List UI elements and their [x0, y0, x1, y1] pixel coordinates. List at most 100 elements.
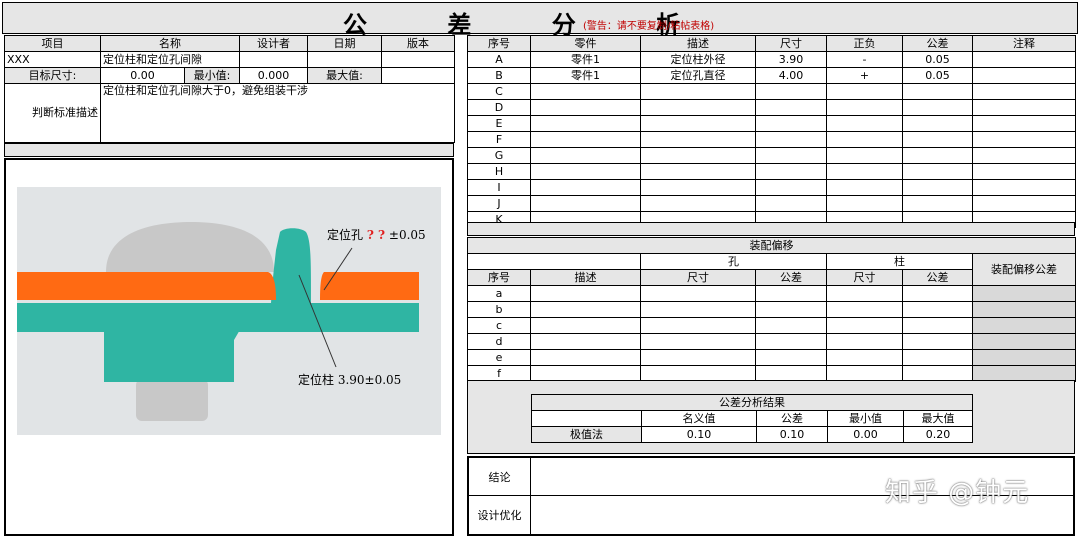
dims-cell-desc[interactable]: [640, 131, 756, 148]
offset-cell[interactable]: [902, 301, 973, 318]
dims-cell-size[interactable]: 3.90: [755, 51, 827, 68]
project-cell[interactable]: XXX: [4, 51, 101, 68]
criteria-text[interactable]: 定位柱和定位孔间隙大于0，避免组装干涉: [100, 83, 455, 143]
dims-cell-size[interactable]: [755, 195, 827, 212]
dims-cell-note[interactable]: [972, 163, 1076, 180]
offset-cell[interactable]: [826, 285, 903, 302]
dims-cell-desc[interactable]: [640, 99, 756, 116]
dims-cell-size[interactable]: 4.00: [755, 67, 827, 84]
result-max[interactable]: 0.20: [902, 426, 974, 443]
offset-cell-tolerance[interactable]: [972, 285, 1076, 302]
offset-cell[interactable]: [902, 285, 973, 302]
offset-cell-tolerance[interactable]: [972, 317, 1076, 334]
dims-cell-tol[interactable]: [902, 131, 973, 148]
offset-cell[interactable]: [530, 349, 641, 366]
offset-cell[interactable]: [826, 301, 903, 318]
dims-cell-tol[interactable]: [902, 83, 973, 100]
offset-cell[interactable]: [530, 301, 641, 318]
dims-cell-tol[interactable]: [902, 99, 973, 116]
dims-cell-sign[interactable]: [826, 115, 903, 132]
offset-cell-tolerance[interactable]: [972, 333, 1076, 350]
dims-cell-desc[interactable]: [640, 195, 756, 212]
name-cell[interactable]: 定位柱和定位孔间隙: [100, 51, 240, 68]
dims-cell-size[interactable]: [755, 99, 827, 116]
dims-cell-sign[interactable]: [826, 163, 903, 180]
target-value[interactable]: 0.00: [100, 67, 185, 84]
result-nominal[interactable]: 0.10: [641, 426, 757, 443]
dims-cell-desc[interactable]: [640, 179, 756, 196]
dims-cell-note[interactable]: [972, 115, 1076, 132]
offset-cell[interactable]: [640, 285, 756, 302]
offset-cell[interactable]: [755, 317, 827, 334]
dims-cell-desc[interactable]: [640, 163, 756, 180]
dims-cell-size[interactable]: [755, 179, 827, 196]
date-cell[interactable]: [307, 51, 382, 68]
dims-cell-note[interactable]: [972, 67, 1076, 84]
dims-cell-desc[interactable]: 定位孔直径: [640, 67, 756, 84]
dims-cell-desc[interactable]: 定位柱外径: [640, 51, 756, 68]
offset-cell[interactable]: [902, 333, 973, 350]
offset-cell[interactable]: [530, 333, 641, 350]
dims-cell-tol[interactable]: [902, 147, 973, 164]
dims-cell-sign[interactable]: [826, 99, 903, 116]
offset-cell-tolerance[interactable]: [972, 349, 1076, 366]
dims-cell-tol[interactable]: [902, 179, 973, 196]
dims-cell-size[interactable]: [755, 163, 827, 180]
dims-cell-part[interactable]: [530, 131, 641, 148]
offset-cell[interactable]: [755, 285, 827, 302]
offset-cell[interactable]: [640, 349, 756, 366]
dims-cell-note[interactable]: [972, 83, 1076, 100]
dims-cell-tol[interactable]: 0.05: [902, 67, 973, 84]
dims-cell-note[interactable]: [972, 195, 1076, 212]
dims-cell-size[interactable]: [755, 147, 827, 164]
dims-cell-note[interactable]: [972, 179, 1076, 196]
dims-cell-sign[interactable]: [826, 195, 903, 212]
dims-cell-note[interactable]: [972, 51, 1076, 68]
dims-cell-note[interactable]: [972, 99, 1076, 116]
result-min[interactable]: 0.00: [827, 426, 904, 443]
dims-cell-part[interactable]: [530, 179, 641, 196]
min-value[interactable]: 0.000: [239, 67, 308, 84]
dims-cell-part[interactable]: [530, 99, 641, 116]
dims-cell-size[interactable]: [755, 83, 827, 100]
offset-cell[interactable]: [755, 333, 827, 350]
dims-cell-tol[interactable]: 0.05: [902, 51, 973, 68]
version-cell[interactable]: [381, 51, 455, 68]
dims-cell-part[interactable]: [530, 163, 641, 180]
offset-cell[interactable]: [755, 301, 827, 318]
dims-cell-sign[interactable]: [826, 179, 903, 196]
dims-cell-sign[interactable]: +: [826, 67, 903, 84]
offset-cell[interactable]: [755, 349, 827, 366]
dims-cell-size[interactable]: [755, 115, 827, 132]
designer-cell[interactable]: [239, 51, 308, 68]
offset-cell-tolerance[interactable]: [972, 301, 1076, 318]
dims-cell-size[interactable]: [755, 131, 827, 148]
offset-cell[interactable]: [902, 349, 973, 366]
dims-cell-part[interactable]: [530, 115, 641, 132]
offset-cell[interactable]: [640, 317, 756, 334]
dims-cell-part[interactable]: 零件1: [530, 67, 641, 84]
dims-cell-part[interactable]: [530, 195, 641, 212]
dims-cell-part[interactable]: 零件1: [530, 51, 641, 68]
dims-cell-note[interactable]: [972, 131, 1076, 148]
dims-cell-desc[interactable]: [640, 147, 756, 164]
dims-cell-sign[interactable]: [826, 83, 903, 100]
max-value[interactable]: [381, 67, 455, 84]
dims-cell-tol[interactable]: [902, 115, 973, 132]
dims-cell-desc[interactable]: [640, 115, 756, 132]
dims-cell-note[interactable]: [972, 147, 1076, 164]
offset-cell[interactable]: [902, 317, 973, 334]
dims-cell-tol[interactable]: [902, 195, 973, 212]
offset-cell[interactable]: [826, 333, 903, 350]
offset-cell[interactable]: [640, 301, 756, 318]
dims-cell-sign[interactable]: -: [826, 51, 903, 68]
offset-cell[interactable]: [826, 349, 903, 366]
result-tolerance[interactable]: 0.10: [756, 426, 828, 443]
offset-cell[interactable]: [530, 285, 641, 302]
offset-cell[interactable]: [640, 333, 756, 350]
dims-cell-tol[interactable]: [902, 163, 973, 180]
offset-cell[interactable]: [530, 317, 641, 334]
dims-cell-sign[interactable]: [826, 131, 903, 148]
dims-cell-sign[interactable]: [826, 147, 903, 164]
offset-cell[interactable]: [826, 317, 903, 334]
